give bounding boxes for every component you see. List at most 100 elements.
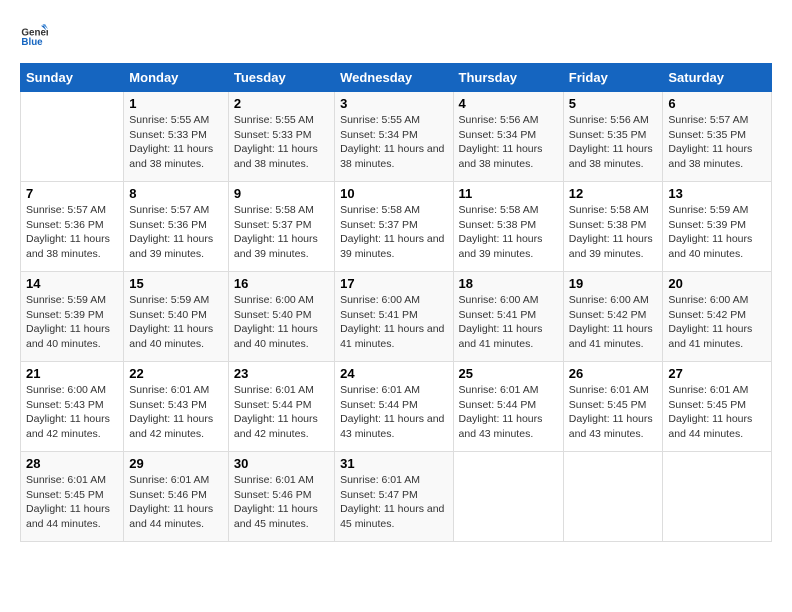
day-number: 4: [459, 96, 558, 111]
day-number: 25: [459, 366, 558, 381]
day-number: 13: [668, 186, 766, 201]
day-number: 1: [129, 96, 223, 111]
header-day-sunday: Sunday: [21, 64, 124, 92]
day-number: 27: [668, 366, 766, 381]
week-row-2: 7 Sunrise: 5:57 AMSunset: 5:36 PMDaylight…: [21, 182, 772, 272]
day-info: Sunrise: 6:00 AMSunset: 5:41 PMDaylight:…: [340, 293, 447, 352]
day-number: 24: [340, 366, 447, 381]
day-number: 11: [459, 186, 558, 201]
day-info: Sunrise: 5:59 AMSunset: 5:39 PMDaylight:…: [26, 293, 118, 352]
calendar-cell: [21, 92, 124, 182]
calendar-cell: 25 Sunrise: 6:01 AMSunset: 5:44 PMDayligh…: [453, 362, 563, 452]
day-info: Sunrise: 5:58 AMSunset: 5:38 PMDaylight:…: [569, 203, 658, 262]
day-info: Sunrise: 5:56 AMSunset: 5:34 PMDaylight:…: [459, 113, 558, 172]
calendar-cell: 9 Sunrise: 5:58 AMSunset: 5:37 PMDaylight…: [228, 182, 334, 272]
day-info: Sunrise: 6:01 AMSunset: 5:44 PMDaylight:…: [340, 383, 447, 442]
day-info: Sunrise: 6:00 AMSunset: 5:40 PMDaylight:…: [234, 293, 329, 352]
day-number: 21: [26, 366, 118, 381]
day-number: 28: [26, 456, 118, 471]
header-day-saturday: Saturday: [663, 64, 772, 92]
day-number: 15: [129, 276, 223, 291]
calendar-cell: 30 Sunrise: 6:01 AMSunset: 5:46 PMDayligh…: [228, 452, 334, 542]
calendar-cell: 17 Sunrise: 6:00 AMSunset: 5:41 PMDayligh…: [335, 272, 453, 362]
day-info: Sunrise: 6:00 AMSunset: 5:42 PMDaylight:…: [569, 293, 658, 352]
calendar-cell: 15 Sunrise: 5:59 AMSunset: 5:40 PMDayligh…: [124, 272, 229, 362]
calendar-cell: 5 Sunrise: 5:56 AMSunset: 5:35 PMDaylight…: [563, 92, 663, 182]
calendar-cell: 16 Sunrise: 6:00 AMSunset: 5:40 PMDayligh…: [228, 272, 334, 362]
day-info: Sunrise: 5:55 AMSunset: 5:33 PMDaylight:…: [234, 113, 329, 172]
calendar-cell: 19 Sunrise: 6:00 AMSunset: 5:42 PMDayligh…: [563, 272, 663, 362]
day-number: 19: [569, 276, 658, 291]
day-info: Sunrise: 5:58 AMSunset: 5:37 PMDaylight:…: [234, 203, 329, 262]
calendar-cell: 2 Sunrise: 5:55 AMSunset: 5:33 PMDaylight…: [228, 92, 334, 182]
day-number: 31: [340, 456, 447, 471]
calendar-cell: 23 Sunrise: 6:01 AMSunset: 5:44 PMDayligh…: [228, 362, 334, 452]
calendar-cell: 6Sunrise: 5:57 AMSunset: 5:35 PMDaylight…: [663, 92, 772, 182]
week-row-3: 14 Sunrise: 5:59 AMSunset: 5:39 PMDayligh…: [21, 272, 772, 362]
header-day-monday: Monday: [124, 64, 229, 92]
day-number: 14: [26, 276, 118, 291]
day-info: Sunrise: 6:01 AMSunset: 5:45 PMDaylight:…: [26, 473, 118, 532]
calendar-cell: 22 Sunrise: 6:01 AMSunset: 5:43 PMDayligh…: [124, 362, 229, 452]
day-number: 30: [234, 456, 329, 471]
calendar-cell: 7Sunrise: 5:57 AMSunset: 5:36 PMDaylight…: [21, 182, 124, 272]
calendar-table: SundayMondayTuesdayWednesdayThursdayFrid…: [20, 63, 772, 542]
calendar-cell: 13Sunrise: 5:59 AMSunset: 5:39 PMDayligh…: [663, 182, 772, 272]
calendar-cell: [453, 452, 563, 542]
day-number: 16: [234, 276, 329, 291]
calendar-cell: [663, 452, 772, 542]
week-row-1: 1 Sunrise: 5:55 AMSunset: 5:33 PMDaylight…: [21, 92, 772, 182]
day-number: 20: [668, 276, 766, 291]
week-row-5: 28 Sunrise: 6:01 AMSunset: 5:45 PMDayligh…: [21, 452, 772, 542]
day-number: 29: [129, 456, 223, 471]
calendar-cell: 21 Sunrise: 6:00 AMSunset: 5:43 PMDayligh…: [21, 362, 124, 452]
calendar-body: 1 Sunrise: 5:55 AMSunset: 5:33 PMDaylight…: [21, 92, 772, 542]
day-number: 23: [234, 366, 329, 381]
logo-icon: General Blue: [20, 20, 48, 48]
day-info: Sunrise: 6:01 AMSunset: 5:44 PMDaylight:…: [459, 383, 558, 442]
calendar-cell: 8 Sunrise: 5:57 AMSunset: 5:36 PMDaylight…: [124, 182, 229, 272]
day-number: 2: [234, 96, 329, 111]
calendar-cell: 14 Sunrise: 5:59 AMSunset: 5:39 PMDayligh…: [21, 272, 124, 362]
calendar-header: SundayMondayTuesdayWednesdayThursdayFrid…: [21, 64, 772, 92]
calendar-cell: 20Sunrise: 6:00 AMSunset: 5:42 PMDayligh…: [663, 272, 772, 362]
day-info: Sunrise: 6:00 AMSunset: 5:41 PMDaylight:…: [459, 293, 558, 352]
day-number: 10: [340, 186, 447, 201]
calendar-cell: 11 Sunrise: 5:58 AMSunset: 5:38 PMDayligh…: [453, 182, 563, 272]
day-info: Sunrise: 6:01 AMSunset: 5:43 PMDaylight:…: [129, 383, 223, 442]
day-number: 7: [26, 186, 118, 201]
calendar-cell: 18 Sunrise: 6:00 AMSunset: 5:41 PMDayligh…: [453, 272, 563, 362]
week-row-4: 21 Sunrise: 6:00 AMSunset: 5:43 PMDayligh…: [21, 362, 772, 452]
day-info: Sunrise: 6:01 AMSunset: 5:46 PMDaylight:…: [129, 473, 223, 532]
header-day-thursday: Thursday: [453, 64, 563, 92]
calendar-cell: 27 Sunrise: 6:01 AMSunset: 5:45 PMDayligh…: [663, 362, 772, 452]
day-number: 22: [129, 366, 223, 381]
svg-text:Blue: Blue: [21, 37, 43, 48]
day-info: Sunrise: 5:59 AMSunset: 5:40 PMDaylight:…: [129, 293, 223, 352]
day-info: Sunrise: 5:56 AMSunset: 5:35 PMDaylight:…: [569, 113, 658, 172]
day-number: 3: [340, 96, 447, 111]
page-header: General Blue: [20, 20, 772, 48]
calendar-cell: 31Sunrise: 6:01 AMSunset: 5:47 PMDayligh…: [335, 452, 453, 542]
calendar-cell: 12 Sunrise: 5:58 AMSunset: 5:38 PMDayligh…: [563, 182, 663, 272]
day-number: 18: [459, 276, 558, 291]
day-number: 8: [129, 186, 223, 201]
day-number: 5: [569, 96, 658, 111]
day-info: Sunrise: 6:01 AMSunset: 5:45 PMDaylight:…: [668, 383, 766, 442]
day-number: 12: [569, 186, 658, 201]
day-info: Sunrise: 6:00 AMSunset: 5:43 PMDaylight:…: [26, 383, 118, 442]
day-info: Sunrise: 5:57 AMSunset: 5:35 PMDaylight:…: [668, 113, 766, 172]
calendar-cell: 24 Sunrise: 6:01 AMSunset: 5:44 PMDayligh…: [335, 362, 453, 452]
header-day-tuesday: Tuesday: [228, 64, 334, 92]
day-number: 17: [340, 276, 447, 291]
day-info: Sunrise: 5:58 AMSunset: 5:38 PMDaylight:…: [459, 203, 558, 262]
calendar-cell: 10Sunrise: 5:58 AMSunset: 5:37 PMDayligh…: [335, 182, 453, 272]
day-info: Sunrise: 6:01 AMSunset: 5:45 PMDaylight:…: [569, 383, 658, 442]
day-info: Sunrise: 5:57 AMSunset: 5:36 PMDaylight:…: [129, 203, 223, 262]
header-row: SundayMondayTuesdayWednesdayThursdayFrid…: [21, 64, 772, 92]
day-info: Sunrise: 6:01 AMSunset: 5:44 PMDaylight:…: [234, 383, 329, 442]
day-info: Sunrise: 5:55 AMSunset: 5:33 PMDaylight:…: [129, 113, 223, 172]
day-info: Sunrise: 6:01 AMSunset: 5:46 PMDaylight:…: [234, 473, 329, 532]
day-number: 9: [234, 186, 329, 201]
header-day-friday: Friday: [563, 64, 663, 92]
